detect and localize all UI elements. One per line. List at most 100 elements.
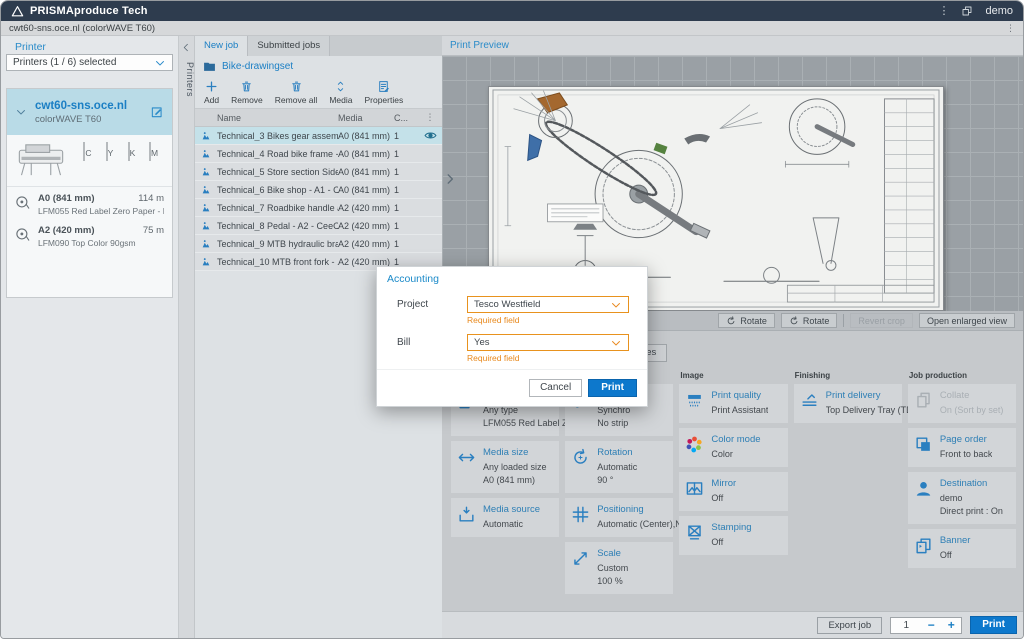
row-name: Technical_8 Pedal - A2 - CeeCe... [217, 221, 338, 231]
column-media[interactable]: Media [338, 113, 394, 123]
edit-printer-icon[interactable] [150, 105, 164, 119]
open-enlarged-view-button[interactable]: Open enlarged view [919, 313, 1015, 328]
tile-color-mode[interactable]: Color modeColor [679, 428, 787, 467]
jobset-row[interactable]: Bike-drawingset [195, 56, 442, 76]
tab-submitted-jobs[interactable]: Submitted jobs [248, 36, 330, 56]
copies-value[interactable]: 1 [891, 620, 921, 631]
row-name: Technical_7 Roadbike handle a... [217, 203, 338, 213]
positioning-icon [571, 505, 590, 524]
project-select[interactable]: Tesco Westfield [467, 296, 629, 313]
printer-model: colorWAVE T60 [35, 114, 142, 125]
media-button[interactable]: Media [324, 78, 357, 107]
row-name: Technical_6 Bike shop - A1 - C... [217, 185, 338, 195]
collapse-chevron-left-icon[interactable] [181, 42, 192, 53]
bill-select[interactable]: Yes [467, 334, 629, 351]
remove-button[interactable]: Remove [226, 78, 268, 107]
tile-value: Top Delivery Tray (TDT) [826, 404, 922, 417]
tile-page-order[interactable]: Page orderFront to back [908, 428, 1016, 467]
color-mode-icon [685, 435, 704, 454]
ink-label: Y [108, 148, 114, 158]
titlebar-menu-icon[interactable]: ⋮ [938, 6, 949, 17]
table-row[interactable]: Technical_4 Road bike frame - ...A0 (841… [195, 145, 442, 163]
print-button[interactable]: Print [588, 379, 637, 397]
tile-value: demo [940, 492, 1003, 505]
tile-rotation[interactable]: RotationAutomatic90 ° [565, 441, 673, 493]
tile-print-delivery[interactable]: Print deliveryTop Delivery Tray (TDT) [794, 384, 902, 423]
tile-value: A0 (841 mm) [483, 474, 547, 487]
tile-mirror[interactable]: MirrorOff [679, 472, 787, 511]
tile-media-source[interactable]: Media sourceAutomatic [451, 498, 559, 537]
tile-destination[interactable]: DestinationdemoDirect print : On [908, 472, 1016, 524]
toolbar-button-label: Properties [364, 95, 403, 105]
preview-title: Print Preview [450, 40, 509, 51]
tile-value: Off [711, 536, 751, 549]
accounting-dialog: Accounting Project Tesco Westfield Requi… [376, 266, 648, 407]
column-name[interactable]: Name [217, 113, 338, 123]
settings-group-image: ImagePrint qualityPrint AssistantColor m… [679, 371, 787, 607]
bill-required-hint: Required field [467, 353, 647, 363]
printer-select[interactable]: Printers (1 / 6) selected [6, 54, 173, 71]
export-job-button[interactable]: Export job [817, 617, 882, 634]
media-size-icon [457, 448, 476, 467]
printer-sidebar: Printer Printers (1 / 6) selected cwt60-… [1, 36, 179, 638]
collapsed-panel-label[interactable]: Printers [179, 62, 195, 97]
trash-icon [290, 80, 303, 93]
table-row[interactable]: Technical_8 Pedal - A2 - CeeCe...A2 (420… [195, 217, 442, 235]
project-required-hint: Required field [467, 315, 647, 325]
tile-banner[interactable]: BannerOff [908, 529, 1016, 568]
column-copies[interactable]: C... [394, 113, 418, 123]
rotate-left-button[interactable]: Rotate [718, 313, 775, 328]
printers-collapse-strip: Printers [179, 36, 195, 638]
media-roll-item[interactable]: A2 (420 mm)75 mLFM090 Top Color 90gsm [15, 225, 164, 248]
tile-title: Color mode [711, 434, 760, 445]
restore-window-icon[interactable] [961, 5, 973, 17]
toolbar-button-label: Add [204, 95, 219, 105]
cancel-button[interactable]: Cancel [529, 379, 582, 397]
title-bar: PRISMAproduce Tech ⋮ demo [1, 1, 1023, 21]
drawing-file-icon [195, 167, 217, 177]
table-header: Name Media C... ⋮ [195, 109, 442, 127]
rotate-right-button[interactable]: Rotate [781, 313, 838, 328]
tile-value: Automatic [597, 461, 637, 474]
table-row[interactable]: Technical_9 MTB hydraulic bra...A2 (420 … [195, 235, 442, 253]
roll-size: A0 (841 mm) [38, 193, 95, 204]
jobset-name: Bike-drawingset [222, 61, 293, 72]
action-footer: Export job 1 − + Print [442, 611, 1023, 638]
table-row[interactable]: Technical_6 Bike shop - A1 - C...A0 (841… [195, 181, 442, 199]
column-menu-icon[interactable]: ⋮ [418, 112, 442, 123]
tab-new-job[interactable]: New job [195, 36, 248, 56]
eye-preview-icon[interactable] [424, 129, 437, 142]
decrement-button[interactable]: − [921, 619, 941, 631]
increment-button[interactable]: + [941, 619, 961, 631]
tile-title: Banner [940, 535, 971, 546]
row-media: A2 (420 mm) [338, 203, 394, 213]
printer-select-value: Printers (1 / 6) selected [13, 57, 116, 68]
tile-print-quality[interactable]: Print qualityPrint Assistant [679, 384, 787, 423]
tile-media-size[interactable]: Media sizeAny loaded sizeA0 (841 mm) [451, 441, 559, 493]
ink-label: K [130, 148, 136, 158]
user-name[interactable]: demo [985, 5, 1013, 17]
expand-chevron-right-icon[interactable] [443, 166, 457, 192]
tile-positioning[interactable]: PositioningAutomatic (Center),N... [565, 498, 673, 537]
tile-value: Front to back [940, 448, 993, 461]
tile-title: Mirror [711, 478, 736, 489]
properties-button[interactable]: Properties [359, 78, 408, 107]
add-button[interactable]: Add [199, 78, 224, 107]
tile-title: Print delivery [826, 390, 922, 401]
chevron-down-icon[interactable] [15, 106, 27, 118]
tile-stamping[interactable]: StampingOff [679, 516, 787, 555]
table-row[interactable]: Technical_3 Bikes gear assemb...A0 (841 … [195, 127, 442, 145]
breadcrumb-menu-icon[interactable]: ⋮ [1006, 23, 1015, 34]
table-row[interactable]: Technical_5 Store section Side ...A0 (84… [195, 163, 442, 181]
scale-icon [571, 549, 590, 568]
tile-title: Media source [483, 504, 540, 515]
tile-scale[interactable]: ScaleCustom100 % [565, 542, 673, 594]
remove-all-button[interactable]: Remove all [270, 78, 323, 107]
printer-card-header[interactable]: cwt60-sns.oce.nl colorWAVE T60 [7, 89, 172, 135]
table-row[interactable]: Technical_7 Roadbike handle a...A2 (420 … [195, 199, 442, 217]
media-roll-item[interactable]: A0 (841 mm)114 mLFM055 Red Label Zero Pa… [15, 193, 164, 216]
roll-icon [15, 195, 30, 210]
plus-icon [205, 80, 218, 93]
print-button-main[interactable]: Print [970, 616, 1017, 634]
breadcrumb-bar: cwt60-sns.oce.nl (colorWAVE T60) ⋮ [1, 21, 1023, 36]
